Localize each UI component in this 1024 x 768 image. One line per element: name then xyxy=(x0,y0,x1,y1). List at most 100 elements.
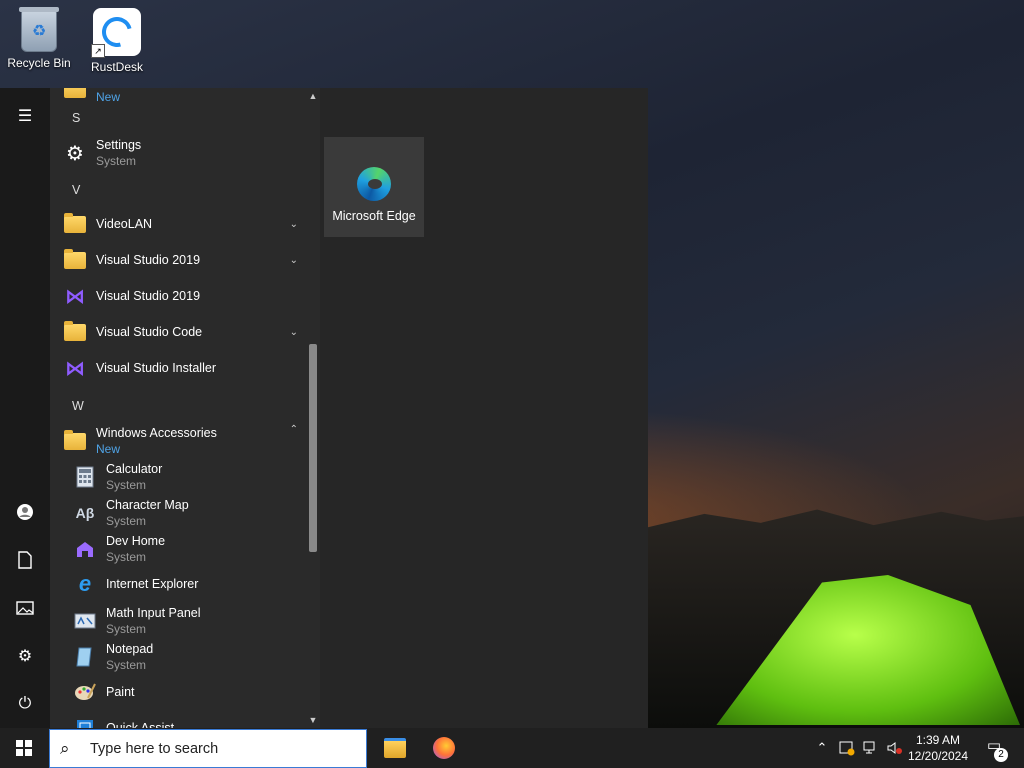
app-name: Settings xyxy=(96,138,142,152)
desktop-icon-rustdesk[interactable]: ↗ RustDesk xyxy=(79,2,155,74)
list-item-dev-home[interactable]: Dev Home System xyxy=(50,532,306,566)
folder-icon xyxy=(64,429,86,450)
windows-logo-icon xyxy=(16,740,32,756)
notification-center-button[interactable]: ▭ 2 xyxy=(982,736,1008,762)
app-name: Windows Accessories xyxy=(96,426,217,440)
tiles-area: Microsoft Edge xyxy=(320,88,648,728)
list-item-internet-explorer[interactable]: e Internet Explorer xyxy=(50,571,306,596)
app-name: Character Map xyxy=(106,498,189,512)
scroll-down-icon[interactable]: ▼ xyxy=(306,714,320,726)
taskbar-firefox[interactable] xyxy=(428,732,460,764)
start-button[interactable] xyxy=(0,728,48,768)
start-rail: ☰ ⚙ ⏻ xyxy=(0,88,50,728)
app-name: Visual Studio Code xyxy=(96,325,203,339)
list-item-videolan[interactable]: VideoLAN ⌄ xyxy=(50,212,306,236)
desktop-icon-label: RustDesk xyxy=(90,60,143,74)
app-subtitle: System xyxy=(106,514,147,528)
taskbar-file-explorer[interactable] xyxy=(379,732,411,764)
app-name: Dev Home xyxy=(106,534,166,548)
list-item-quick-assist[interactable]: Quick Assist xyxy=(50,716,306,728)
folder-icon xyxy=(64,212,86,233)
folder-icon xyxy=(64,320,86,341)
file-explorer-icon xyxy=(384,738,406,758)
app-name: Notepad xyxy=(106,642,154,656)
list-item-windows-accessories[interactable]: Windows Accessories New ⌃ xyxy=(50,424,306,458)
math-input-icon xyxy=(72,610,98,632)
app-name: Visual Studio 2019 xyxy=(96,253,201,267)
power-icon[interactable]: ⏻ xyxy=(0,684,50,724)
settings-icon[interactable]: ⚙ xyxy=(0,636,50,676)
app-name: Visual Studio 2019 xyxy=(96,289,201,303)
search-icon: ⌕ xyxy=(60,738,70,758)
scrollbar-thumb[interactable] xyxy=(309,344,317,552)
new-badge: New xyxy=(96,90,121,104)
rustdesk-icon: ↗ xyxy=(91,8,141,58)
chevron-up-icon: ⌃ xyxy=(289,424,298,435)
show-hidden-icons-chevron-up-icon[interactable]: ⌃ xyxy=(814,728,830,768)
app-subtitle: System xyxy=(106,622,147,636)
app-name: Calculator xyxy=(106,462,163,476)
internet-explorer-icon: e xyxy=(78,571,92,596)
taskbar-clock[interactable]: 1:39 AM 12/20/2024 xyxy=(902,732,974,764)
list-item-visual-studio-installer[interactable]: ⋈ Visual Studio Installer xyxy=(50,356,306,380)
letter-header-s[interactable]: S xyxy=(72,111,80,125)
visual-studio-icon: ⋈ xyxy=(65,285,85,308)
documents-icon[interactable] xyxy=(0,540,50,580)
new-badge: New xyxy=(96,442,121,456)
app-subtitle: System xyxy=(106,550,147,564)
letter-header-w[interactable]: W xyxy=(72,399,84,413)
list-item-math-input-panel[interactable]: Math Input Panel System xyxy=(50,604,306,638)
user-icon[interactable] xyxy=(0,492,50,532)
list-item-character-map[interactable]: Aβ Character Map System xyxy=(50,496,306,530)
calculator-icon xyxy=(72,466,98,488)
taskbar: ⌕ Type here to search ⌃ 1:39 AM 12/20/20… xyxy=(0,728,1024,768)
start-menu: ☰ ⚙ ⏻ New S ⚙ Settings System V VideoLAN … xyxy=(0,88,648,728)
app-name: Visual Studio Installer xyxy=(96,361,216,375)
character-map-icon: Aβ xyxy=(75,505,95,521)
list-item-partial[interactable]: New xyxy=(50,88,306,104)
app-list: New S ⚙ Settings System V VideoLAN ⌄ Visu… xyxy=(50,88,306,728)
app-subtitle: System xyxy=(106,478,147,492)
desktop-icon-label: Recycle Bin xyxy=(7,56,71,70)
tile-microsoft-edge[interactable]: Microsoft Edge xyxy=(324,137,424,237)
app-name: Math Input Panel xyxy=(106,606,201,620)
list-item-paint[interactable]: Paint xyxy=(50,680,306,704)
firefox-icon xyxy=(433,737,455,759)
list-item-visual-studio-2019[interactable]: ⋈ Visual Studio 2019 xyxy=(50,284,306,308)
folder-icon xyxy=(64,248,86,269)
clock-date: 12/20/2024 xyxy=(907,749,969,763)
clock-time: 1:39 AM xyxy=(915,733,961,747)
list-item-calculator[interactable]: Calculator System xyxy=(50,460,306,494)
menu-icon[interactable]: ☰ xyxy=(0,96,50,136)
app-name: Internet Explorer xyxy=(106,577,199,591)
recycle-bin-icon xyxy=(19,7,59,52)
dev-home-icon xyxy=(72,538,98,560)
app-list-scrollbar[interactable]: ▲ ▼ xyxy=(306,88,320,728)
pictures-icon[interactable] xyxy=(0,588,50,628)
folder-icon xyxy=(64,88,86,98)
visual-studio-installer-icon: ⋈ xyxy=(65,357,85,380)
tile-label: Microsoft Edge xyxy=(332,209,416,223)
scroll-up-icon[interactable]: ▲ xyxy=(306,90,320,102)
desktop-icon-recycle-bin[interactable]: Recycle Bin xyxy=(1,2,77,70)
app-subtitle: System xyxy=(96,154,137,168)
quick-assist-icon xyxy=(72,717,98,728)
list-item-visual-studio-code-folder[interactable]: Visual Studio Code ⌄ xyxy=(50,320,306,344)
search-placeholder: Type here to search xyxy=(90,740,219,757)
app-name: VideoLAN xyxy=(96,217,153,231)
network-icon[interactable] xyxy=(862,728,880,768)
shortcut-arrow-icon: ↗ xyxy=(91,44,105,58)
security-alert-icon[interactable] xyxy=(838,728,856,768)
list-item-visual-studio-2019-folder[interactable]: Visual Studio 2019 ⌄ xyxy=(50,248,306,272)
list-item-settings[interactable]: ⚙ Settings System xyxy=(50,136,306,170)
letter-header-v[interactable]: V xyxy=(72,183,80,197)
notepad-icon xyxy=(72,646,98,668)
taskbar-search-box[interactable]: ⌕ Type here to search xyxy=(49,729,367,768)
chevron-down-icon: ⌄ xyxy=(289,326,298,338)
list-item-notepad[interactable]: Notepad System xyxy=(50,640,306,674)
notification-count-badge: 2 xyxy=(994,748,1008,762)
gear-icon: ⚙ xyxy=(66,142,84,165)
edge-icon xyxy=(357,167,391,201)
paint-icon xyxy=(72,681,98,703)
chevron-down-icon: ⌄ xyxy=(289,218,298,230)
